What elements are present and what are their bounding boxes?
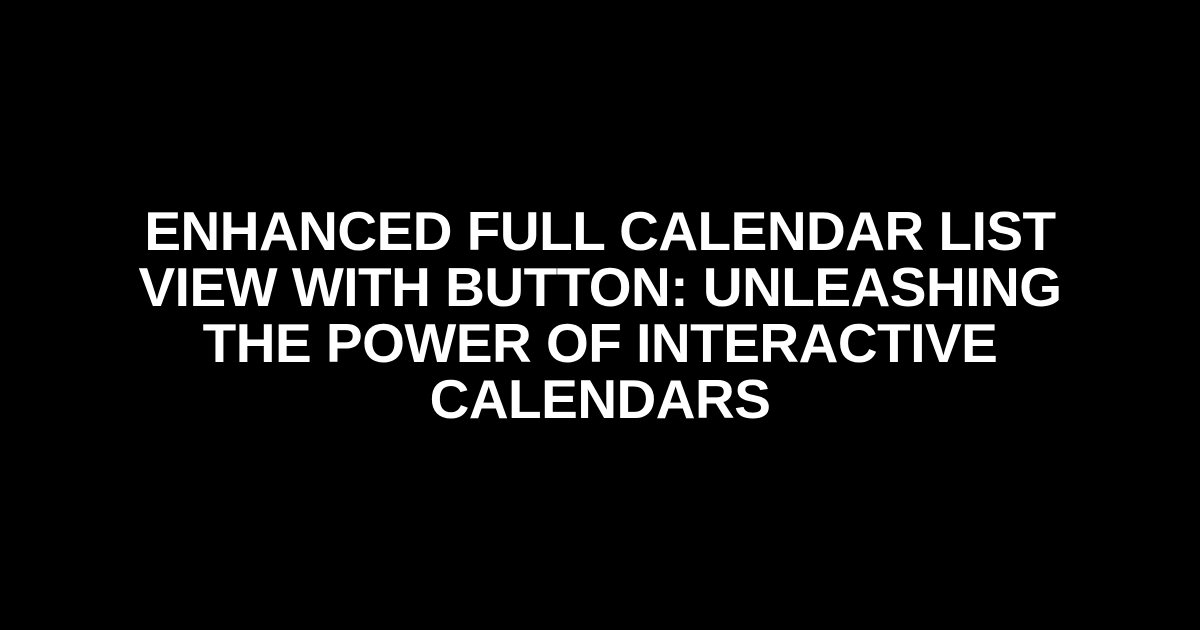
page-title: Enhanced Full Calendar List View with Bu… (50, 203, 1150, 427)
